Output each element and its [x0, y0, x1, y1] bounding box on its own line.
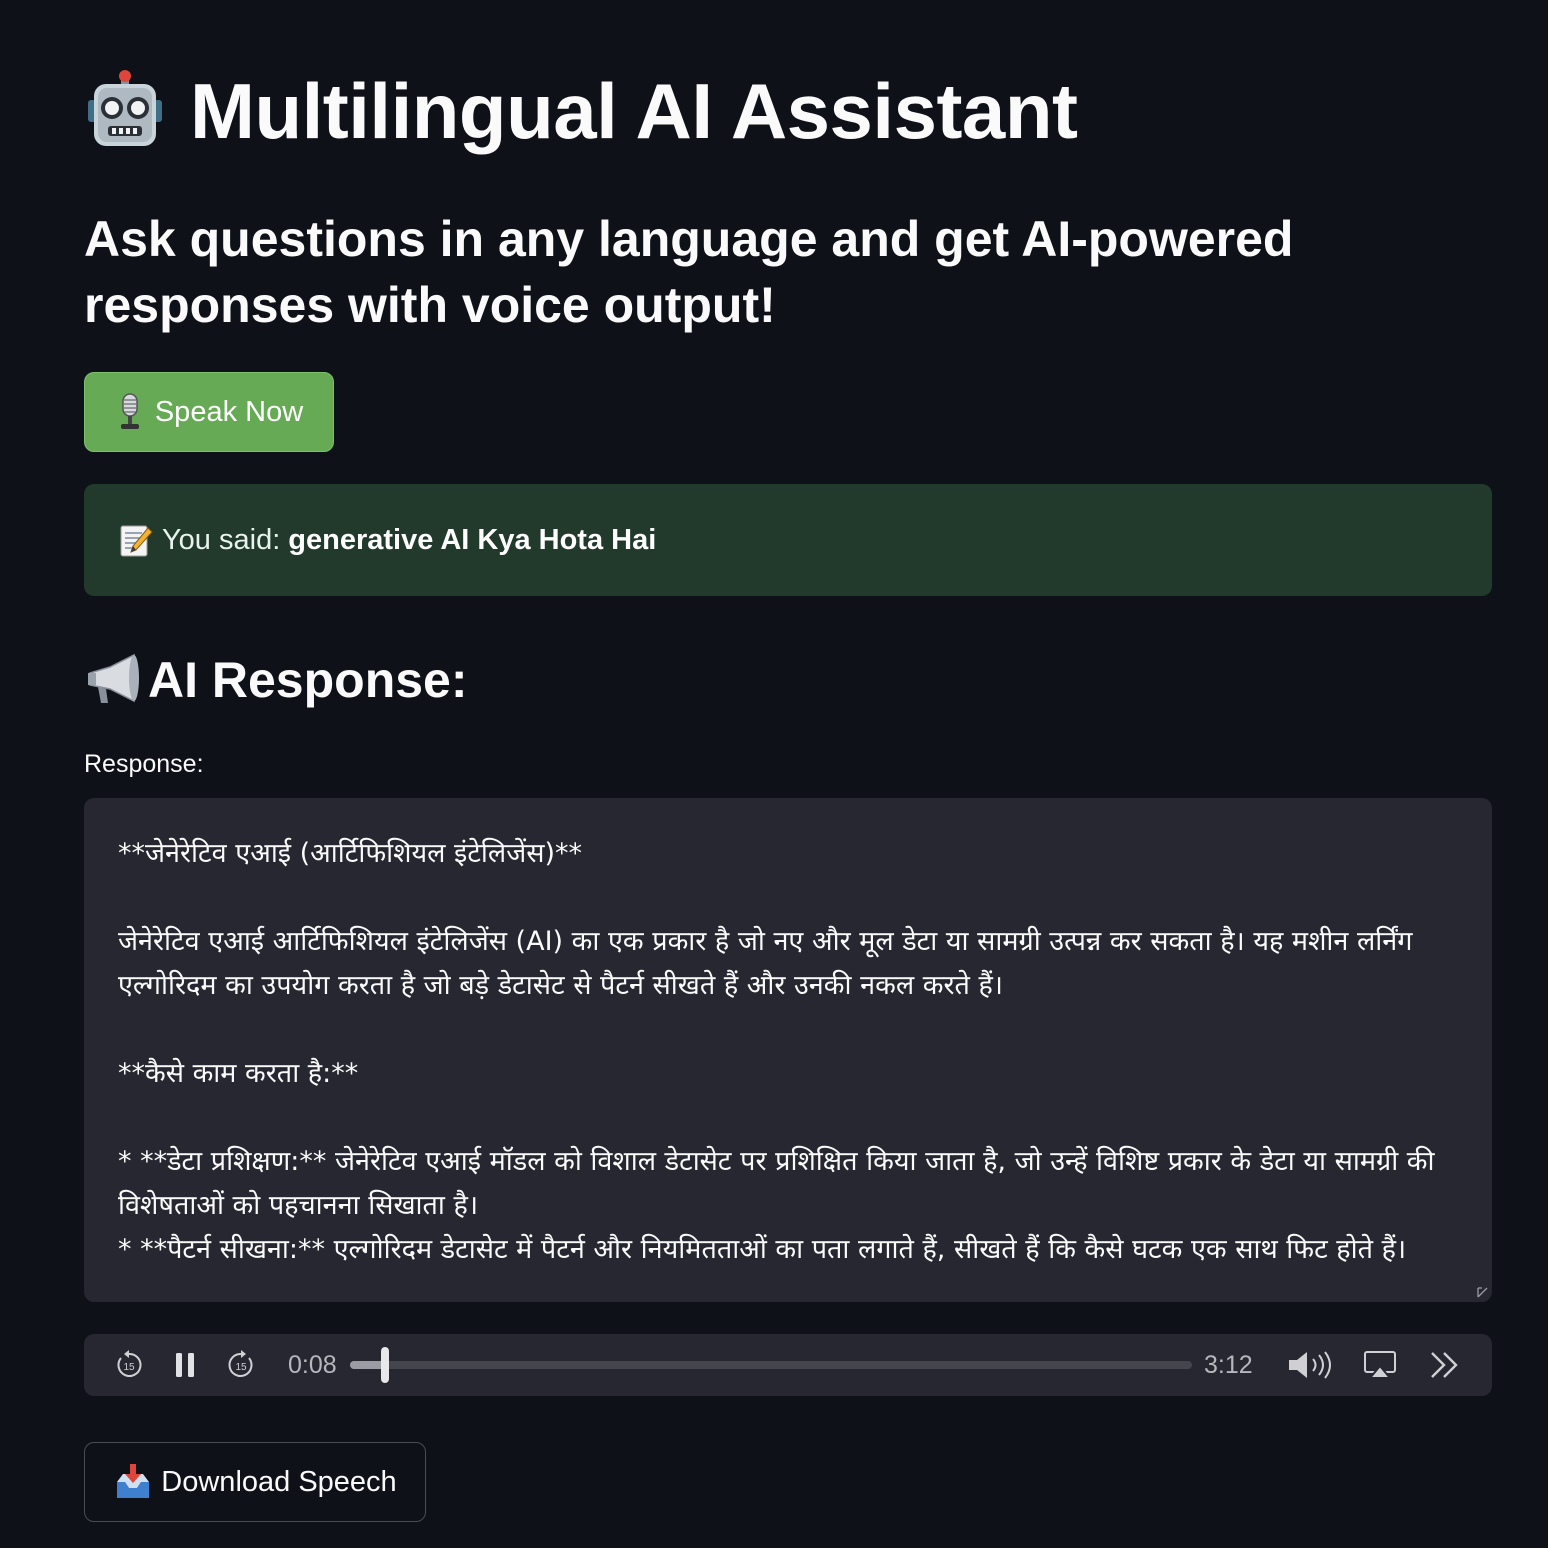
response-heading: AI Response:	[84, 640, 468, 720]
forward-15-icon: 15	[228, 1350, 253, 1377]
megaphone-icon	[88, 653, 139, 703]
memo-icon	[120, 525, 153, 557]
seek-bar[interactable]	[350, 1347, 1192, 1383]
audio-player: 15 15 0:08 3:12	[84, 1334, 1492, 1396]
rewind-15-button[interactable]: 15	[112, 1334, 146, 1396]
transcript-box: You said: generative AI Kya Hota Hai	[84, 484, 1492, 596]
airplay-icon	[1364, 1351, 1396, 1379]
forward-15-button[interactable]: 15	[224, 1334, 258, 1396]
volume-button[interactable]	[1284, 1334, 1338, 1396]
svg-text:15: 15	[123, 1362, 135, 1373]
pause-icon	[176, 1353, 194, 1377]
response-heading-text: AI Response:	[148, 652, 468, 708]
seek-bar-thumb[interactable]	[381, 1347, 390, 1383]
response-field-label: Response:	[84, 750, 204, 778]
download-speech-label: Download Speech	[161, 1465, 397, 1498]
resize-handle-icon[interactable]	[1476, 1286, 1488, 1298]
robot-icon	[88, 70, 162, 146]
download-speech-button[interactable]: Download Speech	[84, 1442, 426, 1522]
playback-speed-button[interactable]	[1424, 1334, 1464, 1396]
page-title: Multilingual AI Assistant	[84, 56, 1078, 166]
transcript-value: generative AI Kya Hota Hai	[288, 523, 657, 556]
airplay-button[interactable]	[1360, 1334, 1400, 1396]
svg-text:15: 15	[235, 1362, 247, 1373]
duration: 3:12	[1204, 1350, 1253, 1379]
playback-speed-icon	[1431, 1352, 1458, 1378]
title-text: Multilingual AI Assistant	[190, 66, 1078, 155]
microphone-icon	[120, 393, 139, 429]
page-subtitle: Ask questions in any language and get AI…	[84, 211, 1294, 333]
rewind-15-icon: 15	[117, 1350, 142, 1377]
transcript-prefix: You said:	[162, 523, 281, 556]
seek-bar-fill	[350, 1361, 386, 1369]
pause-button[interactable]	[168, 1334, 202, 1396]
current-time: 0:08	[288, 1350, 337, 1379]
response-textarea[interactable]: **जेनेरेटिव एआई (आर्टिफिशियल इंटेलिजेंस)…	[84, 798, 1492, 1302]
speak-now-label: Speak Now	[154, 395, 304, 428]
speak-now-button[interactable]: Speak Now	[84, 372, 334, 452]
inbox-tray-icon	[117, 1464, 150, 1498]
volume-icon	[1289, 1351, 1331, 1379]
